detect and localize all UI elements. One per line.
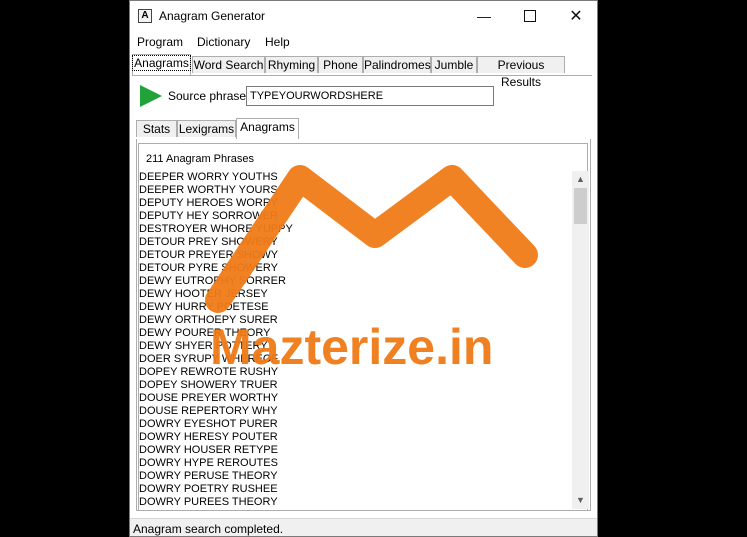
list-item[interactable]: DOWRY HYPE REROUTES (139, 457, 571, 470)
tab-stats[interactable]: Stats (136, 120, 177, 137)
list-item[interactable]: DEWY SHYER POTTERY (139, 340, 571, 353)
list-item[interactable]: DETOUR PREY SHOWERY (139, 236, 571, 249)
maximize-icon (524, 10, 536, 22)
list-item[interactable]: DEPUTY HEROES WORRY (139, 197, 571, 210)
list-item[interactable]: DOWRY EYESHOT PURER (139, 418, 571, 431)
scroll-down-icon[interactable]: ▼ (572, 492, 589, 509)
list-item[interactable]: DEWY ORTHOEPY SURER (139, 314, 571, 327)
list-item[interactable]: DOPEY SHOWERY TRUER (139, 379, 571, 392)
list-item[interactable]: DEWY POURER THEORY (139, 327, 571, 340)
list-item[interactable]: DESTROYER WHORE YUPPY (139, 223, 571, 236)
source-phrase-input[interactable] (246, 86, 494, 106)
close-button[interactable]: ✕ (553, 1, 597, 31)
list-item[interactable]: DOUSE REPERTORY WHY (139, 405, 571, 418)
tab-sub-anagrams[interactable]: Anagrams (236, 118, 299, 139)
tab-rhyming[interactable]: Rhyming (265, 56, 318, 73)
list-item[interactable]: DEPUTY HEY SORROWER (139, 210, 571, 223)
list-item[interactable]: DOUSE PREYER WORTHY (139, 392, 571, 405)
list-item[interactable]: DOWRY HERESY POUTER (139, 431, 571, 444)
list-item[interactable]: DEEPER WORTHY YOURS (139, 184, 571, 197)
tab-previous-results[interactable]: Previous Results (477, 56, 565, 89)
source-phrase-label: Source phrase (168, 89, 247, 103)
play-icon[interactable] (140, 85, 162, 107)
list-item[interactable]: DEWY HURRY POETESE (139, 301, 571, 314)
menu-help[interactable]: Help (265, 35, 290, 49)
main-tab-strip: Anagrams Word Search Rhyming Phone Palin… (132, 54, 592, 89)
tab-palindromes[interactable]: Palindromes (363, 56, 431, 73)
menu-dictionary[interactable]: Dictionary (197, 35, 250, 49)
app-icon: A (138, 9, 152, 23)
list-item[interactable]: DEWY HOOTER JERSEY (139, 288, 571, 301)
app-window: A Anagram Generator — ✕ Program Dictiona… (129, 0, 598, 537)
tab-phone[interactable]: Phone (318, 56, 363, 73)
list-item[interactable]: DOPEY REWROTE RUSHY (139, 366, 571, 379)
tab-lexigrams[interactable]: Lexigrams (177, 120, 236, 137)
list-item[interactable]: DOWRY PERUSE THEORY (139, 470, 571, 483)
tab-anagrams[interactable]: Anagrams (132, 54, 191, 75)
results-scrollbar[interactable]: ▲ ▼ (572, 171, 589, 509)
title-bar[interactable]: A Anagram Generator — ✕ (130, 1, 597, 31)
list-item[interactable]: DEWY EUTROPHY SORRER (139, 275, 571, 288)
sub-tab-strip: Stats Lexigrams Anagrams (136, 118, 591, 140)
minimize-icon: — (477, 8, 491, 24)
status-text: Anagram search completed. (133, 522, 284, 536)
menu-program[interactable]: Program (137, 35, 183, 49)
list-item[interactable]: DOWRY POETRY RUSHEE (139, 483, 571, 496)
close-icon: ✕ (569, 8, 583, 25)
status-bar: Anagram search completed. (130, 518, 597, 536)
scroll-thumb[interactable] (574, 188, 587, 224)
window-title: Anagram Generator (159, 9, 266, 23)
list-item[interactable]: DETOUR PYRE SHOWERY (139, 262, 571, 275)
list-item[interactable]: DETOUR PREYER SHOWY (139, 249, 571, 262)
result-count: 211 Anagram Phrases (146, 153, 255, 165)
tab-word-search[interactable]: Word Search (192, 56, 265, 73)
menu-bar: Program Dictionary Help (130, 32, 597, 52)
scroll-up-icon[interactable]: ▲ (572, 171, 589, 188)
list-item[interactable]: DEEPER WORRY YOUTHS (139, 171, 571, 184)
results-list[interactable]: DEEPER WORRY YOUTHS DEEPER WORTHY YOURS DE… (139, 171, 571, 509)
list-item[interactable]: DOWRY HOUSER RETYPE (139, 444, 571, 457)
list-item[interactable]: DOER SYRUPY WHEREOF (139, 353, 571, 366)
maximize-button[interactable] (507, 1, 553, 31)
list-item[interactable]: DOWRY PUREES THEORY (139, 496, 571, 509)
tab-jumble[interactable]: Jumble (431, 56, 477, 73)
minimize-button[interactable]: — (461, 1, 507, 31)
